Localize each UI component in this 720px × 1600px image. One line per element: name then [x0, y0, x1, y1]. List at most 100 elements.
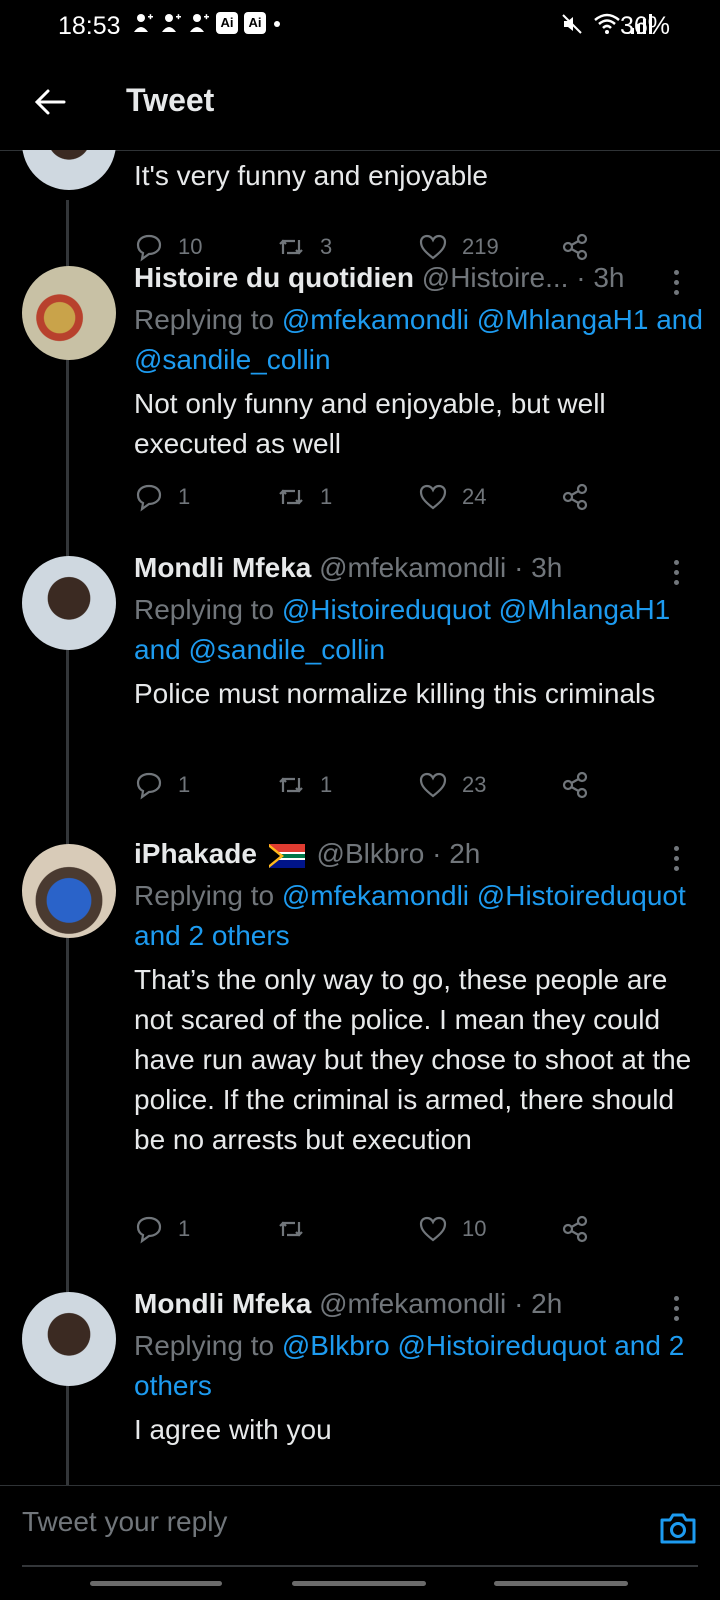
more-options-icon[interactable]	[670, 846, 682, 874]
more-options-icon[interactable]	[670, 270, 682, 298]
tweet-item[interactable]: Mondli Mfeka @mfekamondli · 3h Replying …	[0, 552, 720, 822]
reply-count: 1	[178, 1216, 191, 1241]
retweet-icon	[279, 489, 303, 505]
replying-to: Replying to @Blkbro @Histoireduquot and …	[134, 1326, 704, 1406]
reply-button[interactable]: 1	[134, 770, 190, 800]
tweet-time: 2h	[531, 1288, 563, 1319]
like-button[interactable]: 23	[418, 770, 486, 800]
nav-home-hint[interactable]	[292, 1581, 426, 1586]
tweet-item[interactable]: Mondli Mfeka @mfekamondli · 2h Replying …	[0, 1288, 720, 1485]
dot-icon	[274, 21, 280, 27]
person-add-icon	[162, 14, 181, 32]
camera-icon[interactable]	[658, 1510, 698, 1546]
separator-dot: ·	[432, 838, 442, 869]
retweet-button[interactable]: 3	[276, 232, 332, 262]
retweet-icon	[279, 1221, 303, 1237]
tweet-text: Police must normalize killing this crimi…	[134, 678, 656, 709]
share-icon	[562, 483, 588, 511]
share-button[interactable]	[560, 770, 590, 800]
avatar[interactable]	[22, 266, 116, 360]
like-button[interactable]: 10	[418, 1214, 486, 1244]
retweet-button[interactable]: 1	[276, 482, 332, 512]
tweet-item[interactable]: Histoire du quotidien @Histoire... · 3h …	[0, 262, 720, 532]
replying-to: Replying to @Histoireduquot @MhlangaH1 a…	[134, 590, 704, 670]
reply-icon	[136, 1216, 162, 1244]
reply-count: 10	[178, 234, 203, 259]
reply-button[interactable]: 1	[134, 1214, 190, 1244]
tweet-time: 3h	[531, 552, 563, 583]
tweet-time: 2h	[449, 838, 481, 869]
replying-to-label: Replying to	[134, 880, 275, 911]
replying-to: Replying to @mfekamondli @Histoireduquot…	[134, 876, 704, 956]
wifi-icon	[594, 13, 620, 34]
replying-to-label: Replying to	[134, 1330, 275, 1361]
avatar[interactable]	[22, 844, 116, 938]
nav-recents-hint[interactable]	[90, 1581, 222, 1586]
tweet-actions: 1 1 23	[134, 770, 604, 806]
retweet-button[interactable]: 1	[276, 770, 332, 800]
tweet-author-row: Mondli Mfeka @mfekamondli · 2h	[134, 1288, 704, 1320]
tweet-actions: 1 1 24	[134, 482, 604, 518]
separator-dot: ·	[514, 552, 524, 583]
reply-icon	[136, 484, 162, 512]
reply-composer: Tweet your reply	[0, 1485, 720, 1596]
tweet-author-row: Mondli Mfeka @mfekamondli · 3h	[134, 552, 704, 584]
author-name: iPhakade	[134, 838, 257, 869]
reply-button[interactable]: 10	[134, 232, 202, 262]
mute-icon	[562, 14, 582, 34]
tweet-text: It's very funny and enjoyable	[134, 160, 489, 191]
page-title: Tweet	[126, 82, 215, 118]
back-arrow-icon[interactable]	[30, 82, 70, 122]
separator-dot: ·	[576, 262, 586, 293]
like-count: 219	[462, 234, 499, 259]
avatar[interactable]	[22, 150, 116, 190]
share-button[interactable]	[560, 482, 590, 512]
tweet-author-row: iPhakade @Blkbro · 2h	[134, 838, 704, 870]
reply-button[interactable]: 1	[134, 482, 190, 512]
retweet-count: 1	[320, 484, 333, 509]
nav-back-hint[interactable]	[494, 1581, 628, 1586]
author-handle: @Histoire...	[421, 262, 569, 293]
author-name: Histoire du quotidien	[134, 262, 414, 293]
ai-badge-icon: Ai	[216, 12, 238, 34]
tweet-actions: 1 10	[134, 1214, 604, 1250]
notification-icons: Ai Ai	[132, 12, 282, 34]
tweet-text: Not only funny and enjoyable, but well e…	[134, 388, 606, 459]
avatar[interactable]	[22, 556, 116, 650]
top-bar: Tweet	[0, 64, 720, 151]
reply-count: 1	[178, 772, 191, 797]
heart-icon	[419, 1216, 447, 1242]
retweet-icon	[279, 777, 303, 793]
retweet-button[interactable]	[276, 1214, 320, 1244]
replying-to-label: Replying to	[134, 304, 275, 335]
reply-icon	[136, 234, 162, 262]
author-name: Mondli Mfeka	[134, 1288, 312, 1319]
tweet-thread[interactable]: It's very funny and enjoyable 10 3 219 H…	[0, 150, 720, 1485]
author-handle: @mfekamondli	[319, 552, 507, 583]
like-count: 24	[462, 484, 487, 509]
author-handle: @Blkbro	[316, 838, 425, 869]
retweet-count: 1	[320, 772, 333, 797]
person-add-icon	[190, 14, 209, 32]
tweet-item[interactable]: iPhakade @Blkbro · 2h Replying to @mfeka…	[0, 838, 720, 1268]
heart-icon	[419, 234, 447, 260]
like-count: 10	[462, 1216, 487, 1241]
person-add-icon	[134, 14, 153, 32]
share-button[interactable]	[560, 232, 590, 262]
reply-icon	[136, 772, 162, 800]
author-handle: @mfekamondli	[319, 1288, 507, 1319]
reply-input[interactable]: Tweet your reply	[22, 1506, 227, 1538]
share-button[interactable]	[560, 1214, 590, 1244]
separator-dot: ·	[514, 1288, 524, 1319]
reply-count: 1	[178, 484, 191, 509]
like-button[interactable]: 219	[418, 232, 499, 262]
status-time: 18:53	[58, 12, 121, 40]
heart-icon	[419, 772, 447, 798]
more-options-icon[interactable]	[670, 560, 682, 588]
replying-to-label: Replying to	[134, 594, 275, 625]
more-options-icon[interactable]	[670, 1296, 682, 1324]
like-button[interactable]: 24	[418, 482, 486, 512]
avatar[interactable]	[22, 1292, 116, 1386]
retweet-count: 3	[320, 234, 333, 259]
author-name: Mondli Mfeka	[134, 552, 312, 583]
